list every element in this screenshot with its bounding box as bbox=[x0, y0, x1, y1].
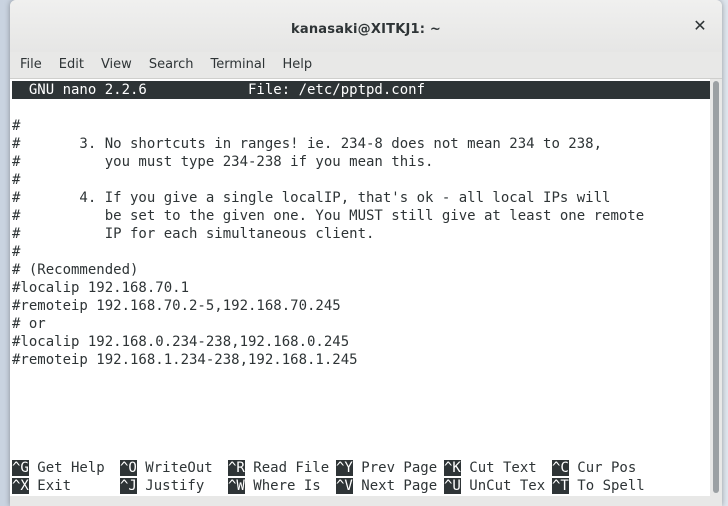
file-line: # or bbox=[12, 316, 46, 332]
terminal-window: kanasaki@XITKJ1: ~ ✕ File Edit View Sear… bbox=[10, 0, 722, 506]
file-line: # (Recommended) bbox=[12, 262, 139, 278]
shortcut-writeout[interactable]: ^O WriteOut bbox=[120, 459, 213, 477]
window-title: kanasaki@XITKJ1: ~ bbox=[291, 22, 441, 37]
file-line: # bbox=[12, 244, 21, 260]
menu-terminal[interactable]: Terminal bbox=[203, 52, 272, 78]
terminal-area[interactable]: GNU nano 2.2.6 File: /etc/pptpd.conf # #… bbox=[10, 79, 710, 496]
scrollbar-thumb[interactable] bbox=[713, 81, 719, 493]
terminal-scrollbar[interactable] bbox=[710, 79, 722, 496]
shortcut-to-spell[interactable]: ^T To Spell bbox=[552, 477, 645, 495]
menu-edit[interactable]: Edit bbox=[52, 52, 91, 78]
shortcut-cut-text[interactable]: ^K Cut Text bbox=[444, 459, 537, 477]
file-line: #localip 192.168.0.234-238,192.168.0.245 bbox=[12, 334, 350, 350]
menu-search[interactable]: Search bbox=[142, 52, 201, 78]
shortcut-read-file[interactable]: ^R Read File bbox=[228, 459, 329, 477]
shortcut-get-help[interactable]: ^G Get Help bbox=[12, 459, 105, 477]
shortcut-exit[interactable]: ^X Exit bbox=[12, 477, 71, 495]
title-bar[interactable]: kanasaki@XITKJ1: ~ ✕ bbox=[10, 0, 722, 52]
shortcut-justify[interactable]: ^J Justify bbox=[120, 477, 204, 495]
file-line: # IP for each simultaneous client. bbox=[12, 226, 375, 242]
file-line: #localip 192.168.70.1 bbox=[12, 280, 190, 296]
file-line: # bbox=[12, 118, 21, 134]
menu-view[interactable]: View bbox=[94, 52, 139, 78]
menu-bar: File Edit View Search Terminal Help bbox=[10, 52, 722, 79]
shortcut-prev-page[interactable]: ^Y Prev Page bbox=[336, 459, 437, 477]
file-line: # bbox=[12, 172, 21, 188]
file-line: #remoteip 192.168.70.2-5,192.168.70.245 bbox=[12, 298, 341, 314]
nano-header: GNU nano 2.2.6 File: /etc/pptpd.conf bbox=[12, 81, 710, 99]
file-line: #remoteip 192.168.1.234-238,192.168.1.24… bbox=[12, 352, 358, 368]
shortcut-uncut-text[interactable]: ^U UnCut Tex bbox=[444, 477, 545, 495]
file-line: # be set to the given one. You MUST stil… bbox=[12, 208, 645, 224]
menu-help[interactable]: Help bbox=[275, 52, 319, 78]
file-line: # 4. If you give a single localIP, that'… bbox=[12, 190, 611, 206]
file-line: # you must type 234-238 if you mean this… bbox=[12, 154, 434, 170]
shortcut-where-is[interactable]: ^W Where Is bbox=[228, 477, 321, 495]
shortcut-next-page[interactable]: ^V Next Page bbox=[336, 477, 437, 495]
shortcut-cur-pos[interactable]: ^C Cur Pos bbox=[552, 459, 636, 477]
menu-file[interactable]: File bbox=[13, 52, 49, 78]
file-line: # 3. No shortcuts in ranges! ie. 234-8 d… bbox=[12, 136, 603, 152]
close-icon[interactable]: ✕ bbox=[692, 18, 708, 34]
